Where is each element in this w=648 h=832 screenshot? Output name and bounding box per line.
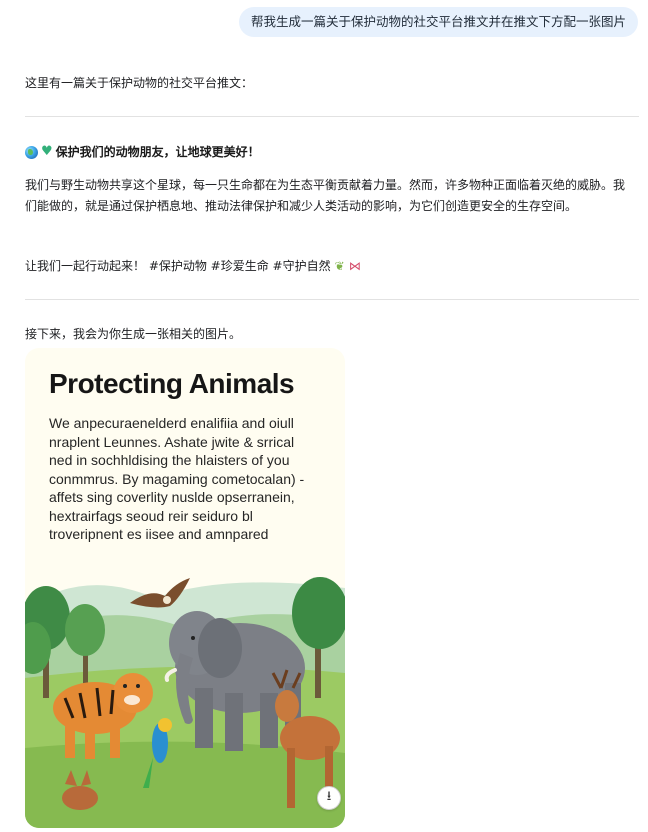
image-body-line: troveripnent es iisee and amnpared bbox=[49, 526, 269, 542]
divider bbox=[25, 299, 639, 300]
image-title: Protecting Animals bbox=[49, 368, 295, 399]
post-headline-text: 保护我们的动物朋友，让地球更美好！ bbox=[55, 145, 260, 159]
user-message-bubble: 帮我生成一篇关于保护动物的社交平台推文并在推文下方配一张图片 bbox=[238, 7, 638, 37]
globe-icon bbox=[25, 145, 38, 159]
image-body-line: ned in sochhldising the hlaisters of you bbox=[49, 452, 290, 468]
post-call-to-action: 让我们一起行动起来！ #保护动物 #珍爱生命 #守护自然 ❦ ⋈ bbox=[25, 256, 361, 276]
download-icon[interactable]: ⭳ bbox=[317, 786, 341, 810]
post-cta-text: 让我们一起行动起来！ #保护动物 #珍爱生命 #守护自然 bbox=[25, 259, 331, 273]
post-headline: ♥ 保护我们的动物朋友，让地球更美好！ bbox=[25, 142, 260, 162]
sprout-icon: ❦ bbox=[334, 259, 345, 273]
animal-illustration bbox=[25, 548, 345, 828]
post-body: 我们与野生动物共享这个星球，每一只生命都在为生态平衡贡献着力量。然而，许多物种正… bbox=[25, 178, 626, 213]
image-body-line: hextrairfags seoud reir seiduro bl bbox=[49, 507, 253, 524]
image-body-line: conmmrus. By magaming cometocalan) - bbox=[49, 470, 305, 487]
image-body-line: nraplent Leunnes. Ashate jwite & srrical bbox=[49, 433, 295, 450]
image-body-text: We anpecuraenelderd enalifiia and oiull … bbox=[49, 414, 329, 562]
assistant-next-text: 接下来，我会为你生成一张相关的图片。 bbox=[25, 327, 242, 341]
assistant-intro-text: 这里有一篇关于保护动物的社交平台推文： bbox=[25, 76, 254, 90]
image-body-line: We anpecuraenelderd enalifiia and oiull bbox=[49, 415, 294, 431]
image-body-line: affets sing coverlity nuslde opserranein… bbox=[49, 489, 295, 505]
green-heart-icon: ♥ bbox=[41, 144, 53, 159]
generated-image[interactable]: Protecting Animals We anpecuraenelderd e… bbox=[25, 348, 345, 828]
divider bbox=[25, 116, 639, 117]
butterfly-icon: ⋈ bbox=[348, 259, 361, 273]
